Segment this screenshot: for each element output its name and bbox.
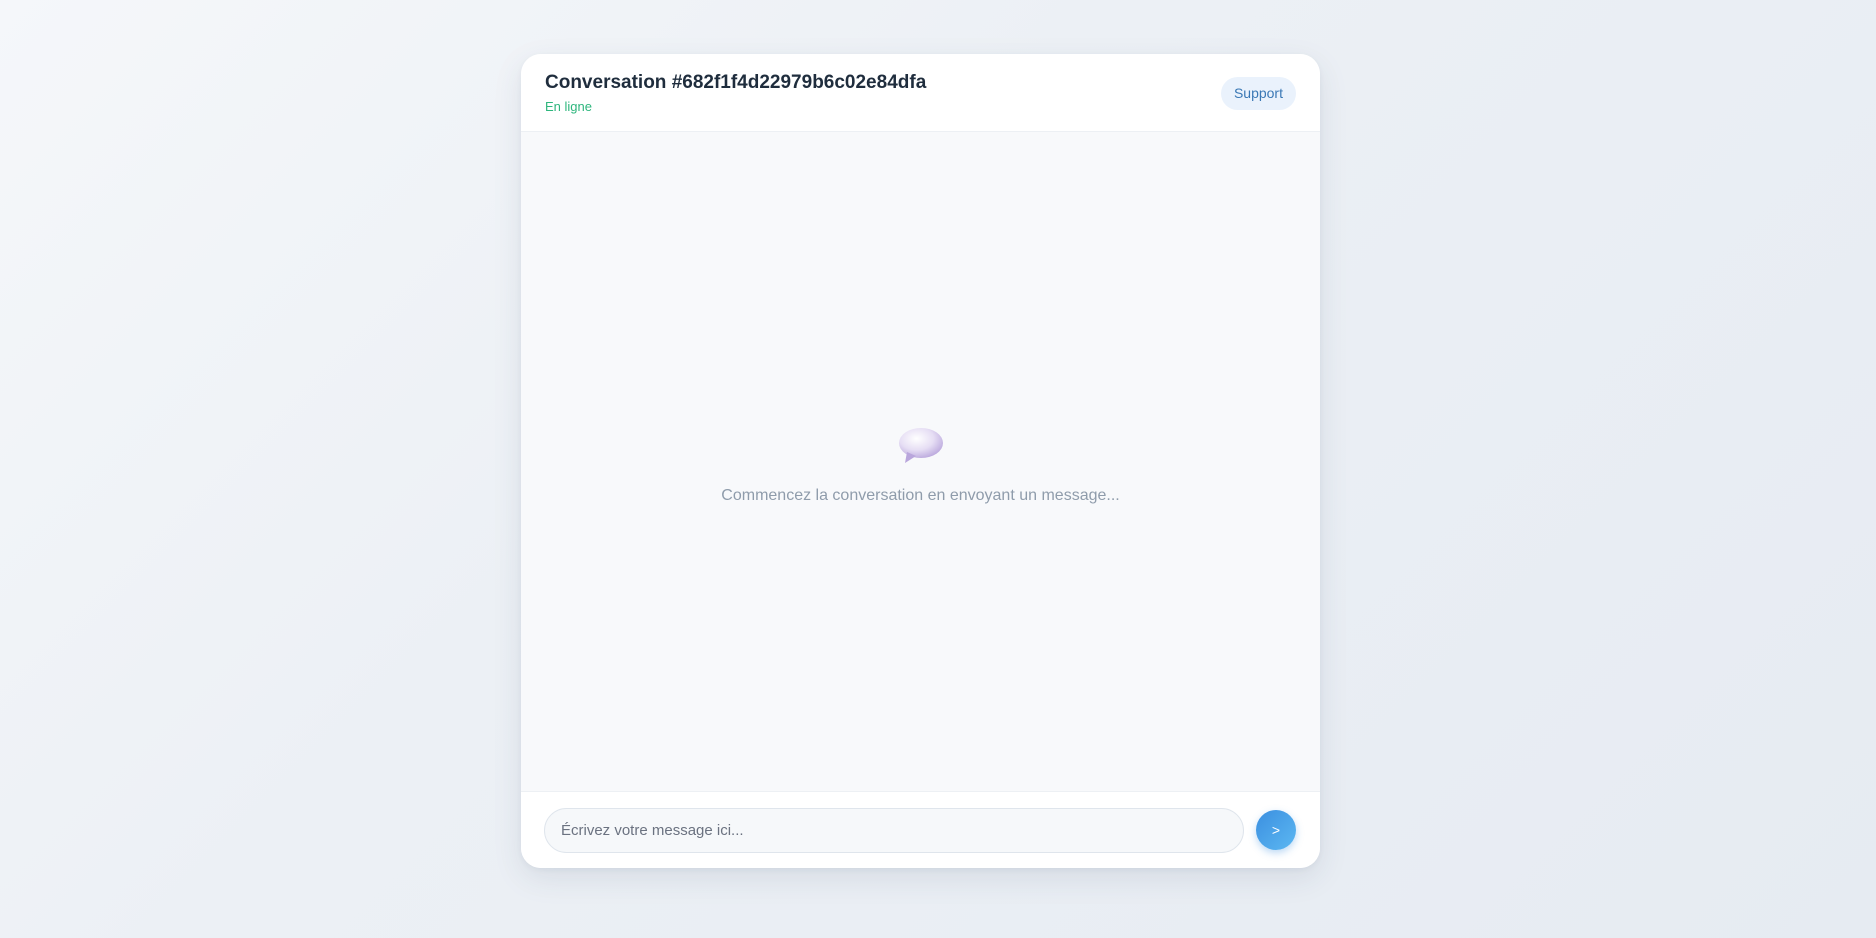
chat-window: Conversation #682f1f4d22979b6c02e84dfa E… — [521, 54, 1320, 868]
send-button[interactable]: > — [1256, 810, 1296, 850]
chat-header: Conversation #682f1f4d22979b6c02e84dfa E… — [521, 54, 1320, 132]
message-input[interactable] — [544, 808, 1244, 853]
speech-bubble-icon — [898, 428, 943, 463]
support-button[interactable]: Support — [1220, 77, 1296, 110]
composer: > — [521, 791, 1320, 868]
online-status: En ligne — [545, 99, 592, 114]
conversation-title: Conversation #682f1f4d22979b6c02e84dfa — [545, 72, 927, 93]
message-list[interactable]: Commencez la conversation en envoyant un… — [521, 132, 1320, 791]
empty-state: Commencez la conversation en envoyant un… — [521, 426, 1320, 506]
empty-state-text: Commencez la conversation en envoyant un… — [721, 487, 1120, 504]
